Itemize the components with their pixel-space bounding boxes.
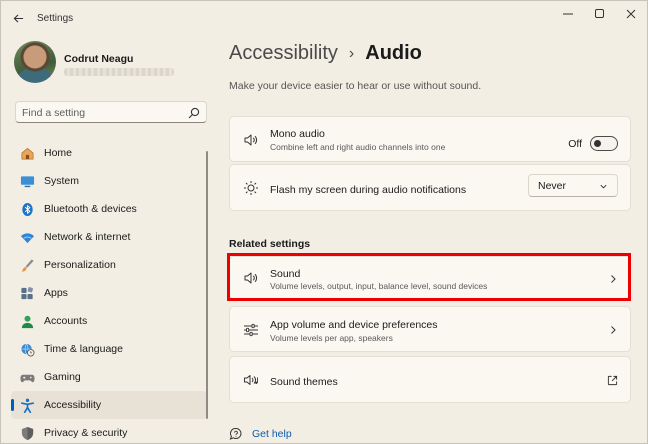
speaker-icon	[242, 269, 260, 287]
search-input[interactable]	[22, 105, 182, 121]
minimize-button[interactable]	[553, 5, 583, 23]
minimize-icon	[563, 13, 573, 15]
search-box[interactable]	[15, 101, 207, 123]
person-icon	[19, 313, 35, 329]
speaker-music-icon	[242, 371, 260, 389]
gamepad-icon	[19, 369, 35, 385]
related-settings-heading: Related settings	[229, 238, 311, 250]
breadcrumb-parent-accessibility[interactable]: Accessibility	[229, 42, 338, 65]
chevron-right-icon	[611, 326, 616, 334]
maximize-icon	[595, 9, 604, 18]
flash-screen-title: Flash my screen during audio notificatio…	[270, 184, 467, 196]
sidebar-item-label: Apps	[44, 287, 68, 299]
back-button[interactable]	[7, 7, 29, 29]
sound-themes-card[interactable]: Sound themes	[229, 356, 631, 403]
mono-audio-toggle[interactable]	[590, 136, 618, 151]
sidebar-item-label: Accounts	[44, 315, 88, 327]
breadcrumb: Accessibility › Audio	[229, 42, 422, 65]
sidebar-item-accounts[interactable]: Accounts	[11, 307, 207, 335]
flash-screen-card: Flash my screen during audio notificatio…	[229, 164, 631, 211]
accessibility-icon	[19, 397, 35, 413]
mono-audio-state-label: Off	[568, 138, 582, 150]
sidebar-item-time-language[interactable]: Time & language	[11, 335, 207, 363]
external-link-icon	[607, 375, 618, 386]
sidebar-item-gaming[interactable]: Gaming	[11, 363, 207, 391]
arrow-left-icon	[13, 13, 23, 23]
dropdown-selected-value: Never	[538, 180, 567, 192]
close-icon	[626, 9, 636, 19]
shield-icon	[19, 425, 35, 441]
sidebar-item-label: Accessibility	[44, 399, 102, 411]
sidebar-item-label: Gaming	[44, 371, 81, 383]
app-title: Settings	[37, 13, 74, 24]
get-help-link[interactable]: Get help	[229, 427, 292, 441]
sidebar-item-label: Time & language	[44, 343, 123, 355]
sidebar-item-network[interactable]: Network & internet	[11, 223, 207, 251]
breadcrumb-separator: ›	[348, 44, 355, 62]
speaker-icon	[242, 131, 260, 149]
maximize-button[interactable]	[585, 5, 615, 23]
sound-description: Volume levels, output, input, balance le…	[270, 281, 488, 291]
mono-audio-description: Combine left and right audio channels in…	[270, 142, 446, 152]
close-button[interactable]	[616, 5, 646, 23]
get-help-label: Get help	[252, 428, 292, 440]
sidebar-item-apps[interactable]: Apps	[11, 279, 207, 307]
sidebar-item-label: Privacy & security	[44, 427, 128, 439]
sound-card[interactable]: Sound Volume levels, output, input, bala…	[229, 256, 631, 299]
page-title: Audio	[365, 42, 422, 64]
sidebar-item-label: Network & internet	[44, 231, 131, 243]
flash-screen-dropdown[interactable]: Never	[528, 174, 618, 197]
sidebar-item-label: Bluetooth & devices	[44, 203, 137, 215]
search-icon[interactable]	[188, 107, 200, 119]
settings-window: Settings Codrut Neagu Home	[0, 0, 648, 444]
title-bar: Settings	[1, 1, 647, 33]
flash-sun-icon	[242, 179, 260, 197]
avatar	[14, 41, 56, 83]
mono-audio-card: Mono audio Combine left and right audio …	[229, 116, 631, 162]
sidebar-item-label: Personalization	[44, 259, 116, 271]
sidebar-scrollbar[interactable]	[206, 151, 208, 419]
sidebar-item-accessibility[interactable]: Accessibility	[11, 391, 207, 419]
user-name: Codrut Neagu	[64, 53, 134, 65]
sound-title: Sound	[270, 268, 301, 280]
apps-grid-icon	[19, 285, 35, 301]
sidebar-item-home[interactable]: Home	[11, 139, 207, 167]
app-volume-card[interactable]: App volume and device preferences Volume…	[229, 306, 631, 352]
mono-audio-title: Mono audio	[270, 128, 325, 140]
sliders-icon	[242, 321, 260, 339]
sidebar-nav: Home System Bluetooth & devices Network …	[11, 139, 207, 443]
sidebar-item-personalization[interactable]: Personalization	[11, 251, 207, 279]
app-volume-description: Volume levels per app, speakers	[270, 333, 393, 343]
sidebar-item-bluetooth[interactable]: Bluetooth & devices	[11, 195, 207, 223]
app-volume-title: App volume and device preferences	[270, 319, 438, 331]
monitor-icon	[19, 173, 35, 189]
bluetooth-icon	[19, 201, 35, 217]
sidebar-item-label: Home	[44, 147, 73, 159]
user-email-redacted	[64, 68, 174, 76]
chevron-down-icon	[600, 184, 607, 189]
sidebar-item-privacy-security[interactable]: Privacy & security	[11, 419, 207, 443]
sound-themes-title: Sound themes	[270, 376, 338, 388]
wifi-icon	[19, 229, 35, 245]
sidebar-item-system[interactable]: System	[11, 167, 207, 195]
brush-icon	[19, 257, 35, 273]
home-icon	[19, 145, 35, 161]
page-subtitle: Make your device easier to hear or use w…	[229, 80, 482, 92]
globe-clock-icon	[19, 341, 35, 357]
sidebar-item-label: System	[44, 175, 80, 187]
chevron-right-icon	[611, 275, 616, 283]
help-chat-icon	[229, 428, 242, 440]
